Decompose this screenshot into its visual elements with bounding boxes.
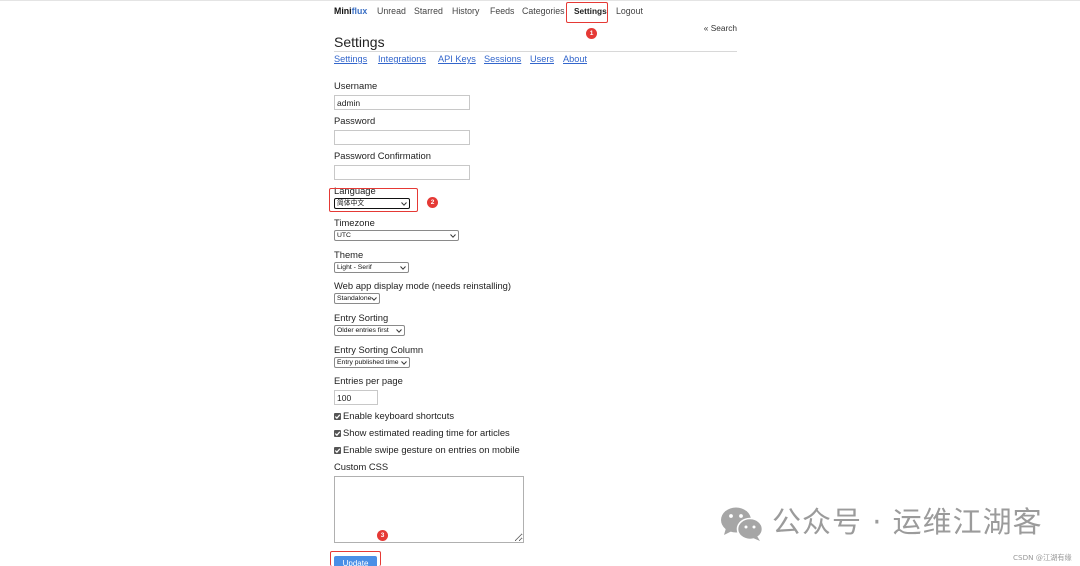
wechat-eye (744, 525, 748, 529)
entry-sorting-column-select-value: Entry published time (337, 359, 399, 366)
theme-select[interactable]: Light - Serif (334, 262, 409, 273)
custom-css-label: Custom CSS (334, 461, 389, 472)
entries-per-page-input[interactable] (334, 390, 378, 405)
chevron-down-icon-path (396, 329, 402, 333)
keyboard-shortcuts-label[interactable]: Enable keyboard shortcuts (343, 410, 454, 422)
password-confirmation-input[interactable] (334, 165, 470, 180)
entry-sorting-select[interactable]: Older entries first (334, 325, 405, 336)
chevron-down-icon-path (400, 266, 406, 270)
display-mode-label: Web app display mode (needs reinstalling… (334, 280, 512, 291)
menu-item-history[interactable]: History (452, 5, 479, 17)
annotation-marker-2: 2 (427, 197, 438, 208)
check-icon-path (334, 414, 341, 420)
username-input[interactable] (334, 95, 470, 110)
annotation-box-language (329, 188, 418, 212)
reading-time-label[interactable]: Show estimated reading time for articles (343, 427, 510, 439)
chevron-down-icon-path (450, 234, 456, 238)
check-icon-path (334, 448, 341, 454)
top-border (0, 0, 1080, 1)
display-mode-select[interactable]: Standalone (334, 293, 380, 304)
keyboard-shortcuts-checkbox[interactable] (334, 413, 341, 420)
check-icon-path (334, 431, 341, 437)
chevron-down-icon-path (371, 297, 377, 301)
annotation-box-update (330, 551, 381, 566)
check-icon (334, 448, 341, 454)
annotation-marker-1: 1 (586, 28, 597, 39)
theme-label: Theme (334, 249, 364, 260)
menu-item-logout[interactable]: Logout (616, 5, 643, 17)
custom-css-textarea[interactable] (334, 476, 524, 543)
annotation-marker-3: 3 (377, 530, 388, 541)
logo-text-mini: Mini (334, 6, 352, 16)
chevron-down-icon (371, 297, 377, 301)
tab-sessions[interactable]: Sessions (484, 53, 521, 65)
chevron-down-icon (400, 266, 406, 270)
reading-time-checkbox[interactable] (334, 430, 341, 437)
check-icon (334, 414, 341, 420)
menu-item-unread[interactable]: Unread (377, 5, 406, 17)
watermark-text: 公众号 · 运维江湖客 (772, 505, 1043, 539)
chevron-down-icon (450, 234, 456, 238)
timezone-select-value: UTC (337, 232, 351, 239)
chevron-down-icon (401, 361, 407, 365)
check-icon (334, 431, 341, 437)
wechat-bubble-small (736, 517, 764, 541)
entry-sorting-column-select[interactable]: Entry published time (334, 357, 410, 368)
swipe-gesture-checkbox[interactable] (334, 447, 341, 454)
username-label: Username (334, 80, 378, 91)
wechat-eye (739, 514, 743, 518)
watermark-source: CSDN @江湖有缘 (1013, 553, 1072, 562)
password-label: Password (334, 115, 376, 126)
title-divider (334, 51, 737, 52)
page-title: Settings (334, 34, 385, 50)
menu-item-categories[interactable]: Categories (522, 5, 565, 17)
logo[interactable]: Miniflux (334, 5, 367, 17)
timezone-label: Timezone (334, 217, 375, 228)
wechat-eye (752, 525, 756, 529)
entry-sorting-select-value: Older entries first (337, 327, 389, 334)
menu-item-starred[interactable]: Starred (414, 5, 443, 17)
theme-select-value: Light - Serif (337, 264, 372, 271)
wechat-icon (721, 507, 764, 541)
tab-users[interactable]: Users (530, 53, 554, 65)
tab-settings[interactable]: Settings (334, 53, 367, 65)
entry-sorting-column-label: Entry Sorting Column (334, 344, 424, 355)
entries-per-page-label: Entries per page (334, 375, 403, 386)
chevron-down-icon (396, 329, 402, 333)
password-confirmation-label: Password Confirmation (334, 150, 431, 161)
tab-api-keys[interactable]: API Keys (438, 53, 476, 65)
chevron-down-icon-path (401, 361, 407, 365)
annotation-box-settings-menu (566, 2, 608, 23)
tab-about[interactable]: About (563, 53, 587, 65)
settings-page: Miniflux Unread Starred History Feeds Ca… (0, 0, 1080, 566)
logo-text-flux: flux (351, 6, 368, 16)
search-link[interactable]: « Search (704, 22, 737, 34)
wechat-eye (729, 514, 733, 518)
swipe-gesture-label[interactable]: Enable swipe gesture on entries on mobil… (343, 444, 520, 456)
menu-item-feeds[interactable]: Feeds (490, 5, 514, 17)
timezone-select[interactable]: UTC (334, 230, 459, 241)
display-mode-select-value: Standalone (337, 295, 372, 302)
tab-integrations[interactable]: Integrations (378, 53, 426, 65)
password-input[interactable] (334, 130, 470, 145)
entry-sorting-label: Entry Sorting (334, 312, 389, 323)
